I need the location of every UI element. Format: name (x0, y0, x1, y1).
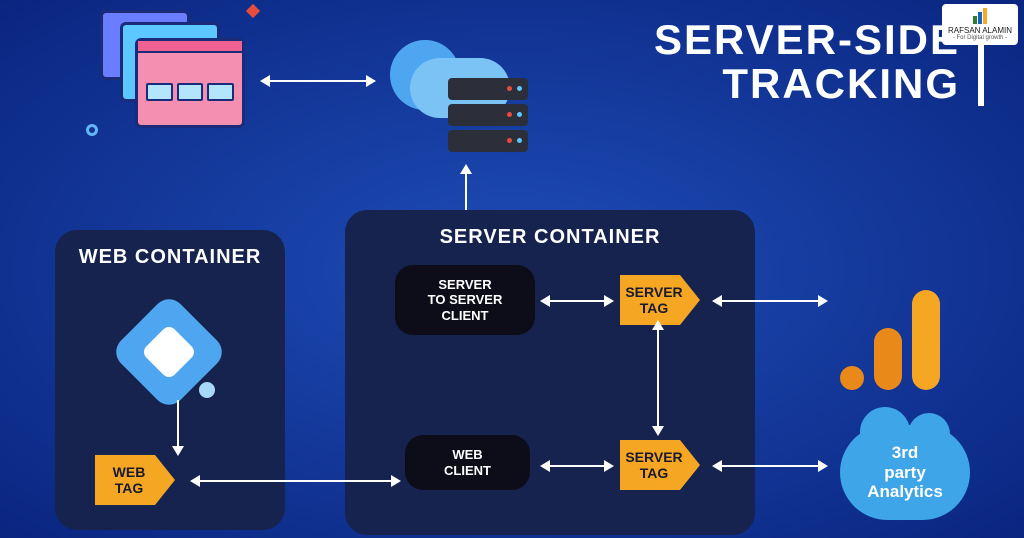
web-tag-node: WEB TAG (95, 455, 175, 505)
server-container-box: SERVER CONTAINER SERVER TO SERVER CLIENT… (345, 210, 755, 535)
server-tag-1-label: SERVER TAG (625, 284, 682, 316)
logo-tagline: - For Digital growth - (948, 35, 1012, 41)
gtm-logo-icon (127, 310, 211, 394)
web-container-box: WEB CONTAINER WEB TAG (55, 230, 285, 530)
arrow-s2s-servertag1 (548, 300, 606, 302)
server-to-server-client-node: SERVER TO SERVER CLIENT (395, 265, 535, 335)
arrow-servertag2-3rdparty (720, 465, 820, 467)
browser-windows-icon (100, 10, 250, 130)
logo-name: RAFSAN ALAMIN (948, 26, 1012, 35)
title-line-2: TRACKING (722, 60, 960, 107)
third-party-label: 3rd party Analytics (867, 443, 943, 502)
server-tag-2-label: SERVER TAG (625, 449, 682, 481)
s2s-client-label: SERVER TO SERVER CLIENT (428, 277, 503, 324)
google-analytics-icon (840, 280, 960, 390)
logo-bars-icon (948, 8, 1012, 24)
arrow-servertag1-ga (720, 300, 820, 302)
web-container-title: WEB CONTAINER (71, 246, 269, 269)
server-tag-1-node: SERVER TAG (620, 275, 700, 325)
server-tag-2-node: SERVER TAG (620, 440, 700, 490)
diagram-title: SERVER-SIDE TRACKING (654, 18, 984, 106)
third-party-analytics-node: 3rd party Analytics (840, 425, 970, 520)
cloud-server-icon (380, 30, 550, 160)
arrow-webtag-webclient (198, 480, 393, 482)
arrow-gtm-webtag (177, 400, 179, 448)
arrow-browser-cloud (268, 80, 368, 82)
server-container-title: SERVER CONTAINER (361, 226, 739, 249)
arrow-webclient-servertag2 (548, 465, 606, 467)
arrow-servertag1-servertag2 (657, 328, 659, 428)
web-tag-label: WEB TAG (113, 464, 146, 496)
web-client-node: WEB CLIENT (405, 435, 530, 490)
title-line-1: SERVER-SIDE (654, 16, 960, 63)
brand-logo: RAFSAN ALAMIN - For Digital growth - (942, 4, 1018, 45)
web-client-label: WEB CLIENT (444, 447, 491, 478)
